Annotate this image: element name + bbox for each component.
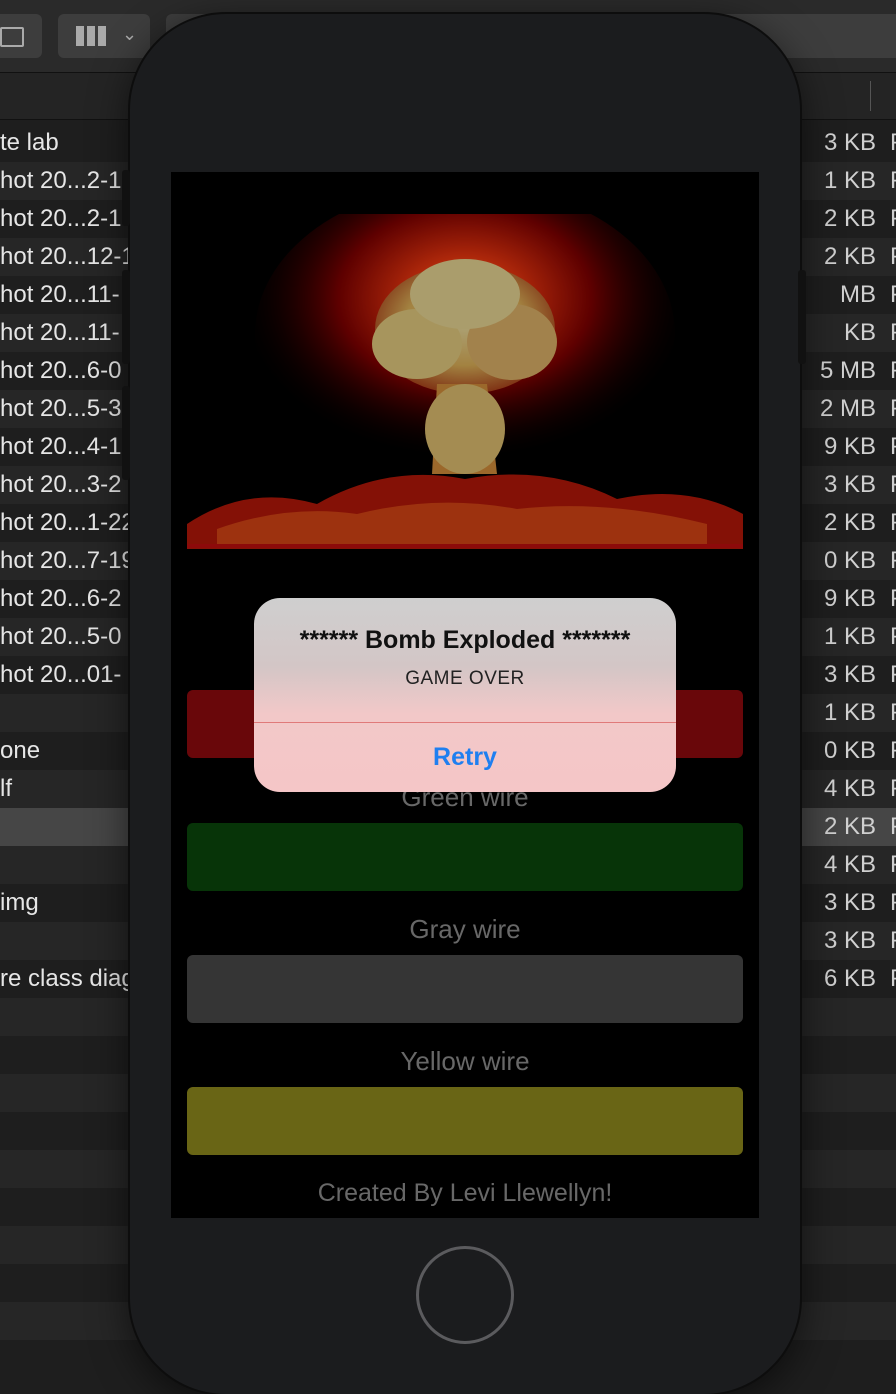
file-kind: P [890,200,896,238]
file-name: img [0,889,39,916]
file-name: hot 20...4-1 [0,433,122,460]
volume-up-button[interactable] [122,270,130,364]
app-screen: Cut a wire to defuse the bomb Green wire… [171,172,759,1218]
file-kind: P [890,618,896,656]
file-kind: P [890,352,896,390]
file-name: hot 20...3-2 [0,471,122,498]
file-name: lf [0,775,12,802]
file-kind: P [890,314,896,352]
volume-down-button[interactable] [122,386,130,480]
file-name: hot 20...11- [0,319,120,346]
file-name: hot 20...12-1 [0,243,135,270]
game-over-alert: ****** Bomb Exploded ******* GAME OVER R… [254,598,676,792]
file-kind: P [890,238,896,276]
file-name: hot 20...5-0 [0,623,122,650]
file-kind: P [890,124,896,162]
view-toggle-button[interactable] [0,14,42,58]
chevron-down-icon: ⌄ [122,24,138,44]
grid-icon [76,26,106,46]
list-view-icon [0,27,24,47]
file-kind: P [890,884,896,922]
file-name: hot 20...6-0 [0,357,122,384]
file-kind: P [890,466,896,504]
column-divider[interactable] [870,81,871,111]
file-name: hot 20...01- [0,661,122,688]
group-button[interactable]: ⌄ [58,14,150,58]
file-kind: P [890,922,896,960]
file-name: hot 20...11- [0,281,120,308]
file-name: hot 20...2-1 [0,205,122,232]
file-kind: P [890,846,896,884]
file-name: one [0,737,41,764]
file-name: hot 20...2-1 [0,167,122,194]
file-kind: P [890,390,896,428]
file-kind: P [890,276,896,314]
file-kind: P [890,770,896,808]
side-button[interactable] [122,170,130,226]
retry-button[interactable]: Retry [254,723,676,792]
file-name: te lab [0,129,59,156]
file-kind: P [890,960,896,998]
file-name: re class diag [0,965,135,992]
file-kind: P [890,808,896,846]
power-button[interactable] [798,270,806,364]
file-kind: P [890,504,896,542]
file-kind: P [890,162,896,200]
file-kind: P [890,732,896,770]
file-kind: P [890,542,896,580]
file-name: hot 20...6-2 [0,585,122,612]
file-name: hot 20...5-3 [0,395,122,422]
file-kind: P [890,580,896,618]
alert-message: GAME OVER [405,668,525,689]
file-kind: P [890,428,896,466]
file-kind: P [890,656,896,694]
file-name: hot 20...7-19 [0,547,135,574]
alert-title: ****** Bomb Exploded ******* [299,626,631,654]
home-button[interactable] [416,1246,514,1344]
file-name: hot 20...1-22 [0,509,135,536]
file-kind: P [890,694,896,732]
